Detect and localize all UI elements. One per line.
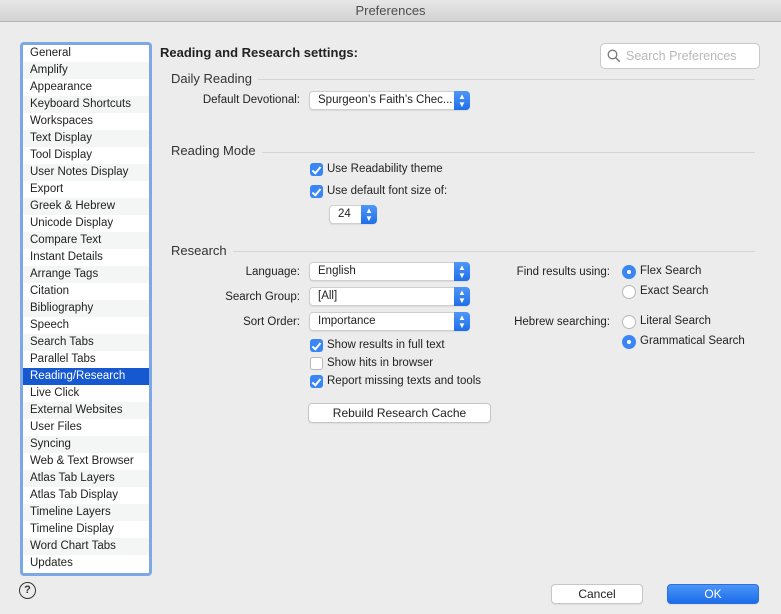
research-option-checkbox[interactable] xyxy=(310,375,323,388)
window-title: Preferences xyxy=(355,3,426,18)
language-label: Language: xyxy=(245,266,300,278)
section-divider xyxy=(258,79,755,80)
chevron-updown-icon: ▲ ▼ xyxy=(454,312,470,331)
sort-order-select[interactable]: Importance ▲ ▼ xyxy=(309,312,470,331)
language-select[interactable]: English ▲ ▼ xyxy=(309,262,470,281)
sidebar-item[interactable]: Word Chart Tabs xyxy=(23,538,149,555)
help-icon[interactable]: ? xyxy=(19,582,36,599)
sidebar-item[interactable]: Bibliography xyxy=(23,300,149,317)
research-option-label: Report missing texts and tools xyxy=(327,375,482,387)
sidebar-item[interactable]: Arrange Tags xyxy=(23,266,149,283)
find-results-radio[interactable] xyxy=(622,265,636,279)
search-icon xyxy=(607,49,621,63)
default-font-size-checkbox[interactable] xyxy=(310,185,323,198)
search-preferences-field[interactable] xyxy=(600,43,760,69)
cancel-button[interactable]: Cancel xyxy=(551,584,643,604)
chevron-updown-icon: ▲ ▼ xyxy=(454,262,470,281)
default-devotional-label: Default Devotional: xyxy=(202,94,300,106)
sidebar-item[interactable]: Export xyxy=(23,181,149,198)
default-devotional-value: Spurgeon’s Faith’s Chec... xyxy=(318,94,453,106)
section-divider xyxy=(233,251,755,252)
sidebar-item[interactable]: Live Click xyxy=(23,385,149,402)
hebrew-searching-radio[interactable] xyxy=(622,315,636,329)
title-bar: Preferences xyxy=(0,0,781,22)
sidebar-item[interactable]: Timeline Display xyxy=(23,521,149,538)
find-results-label: Find results using: xyxy=(516,266,610,278)
default-font-size-label: Use default font size of: xyxy=(327,185,448,197)
sidebar-item[interactable]: External Websites xyxy=(23,402,149,419)
sidebar-item[interactable]: Tool Display xyxy=(23,147,149,164)
chevron-updown-icon: ▲ ▼ xyxy=(454,91,470,110)
sidebar-item[interactable]: Amplify xyxy=(23,62,149,79)
research-option-checkbox[interactable] xyxy=(310,357,323,370)
research-option-checkbox[interactable] xyxy=(310,339,323,352)
sidebar-item[interactable]: User Files xyxy=(23,419,149,436)
find-results-radio-label: Exact Search xyxy=(640,285,709,297)
search-input[interactable] xyxy=(624,47,754,65)
sidebar-item[interactable]: General xyxy=(23,45,149,62)
sort-order-value: Importance xyxy=(318,315,376,327)
sidebar-item[interactable]: User Notes Display xyxy=(23,164,149,181)
sidebar-item[interactable]: Compare Text xyxy=(23,232,149,249)
sidebar-item[interactable]: Web & Text Browser xyxy=(23,453,149,470)
sidebar-item[interactable]: Instant Details xyxy=(23,249,149,266)
sidebar-item[interactable]: Timeline Layers xyxy=(23,504,149,521)
hebrew-searching-label: Hebrew searching: xyxy=(514,316,610,328)
default-devotional-select[interactable]: Spurgeon’s Faith’s Chec... ▲ ▼ xyxy=(309,91,470,110)
sidebar-item[interactable]: Parallel Tabs xyxy=(23,351,149,368)
sidebar-item[interactable]: Syncing xyxy=(23,436,149,453)
sidebar-item[interactable]: Reading/Research xyxy=(23,368,149,385)
search-group-select[interactable]: [All] ▲ ▼ xyxy=(309,287,470,306)
sidebar-item[interactable]: Greek & Hebrew xyxy=(23,198,149,215)
search-group-label: Search Group: xyxy=(225,291,300,303)
rebuild-research-cache-button[interactable]: Rebuild Research Cache xyxy=(308,403,491,423)
ok-button[interactable]: OK xyxy=(667,584,759,604)
sidebar-item[interactable]: Keyboard Shortcuts xyxy=(23,96,149,113)
font-size-value: 24 xyxy=(338,208,351,220)
sidebar-item[interactable]: Unicode Display xyxy=(23,215,149,232)
readability-theme-label: Use Readability theme xyxy=(327,163,443,175)
hebrew-searching-radio-label: Grammatical Search xyxy=(640,335,745,347)
daily-reading-section-title: Daily Reading xyxy=(171,71,252,86)
research-option-label: Show hits in browser xyxy=(327,357,434,369)
chevron-updown-icon: ▲ ▼ xyxy=(454,287,470,306)
readability-theme-checkbox[interactable] xyxy=(310,163,323,176)
research-option-label: Show results in full text xyxy=(327,339,445,351)
sort-order-label: Sort Order: xyxy=(243,316,300,328)
sidebar-item[interactable]: Speech xyxy=(23,317,149,334)
page-title: Reading and Research settings: xyxy=(160,45,358,60)
reading-mode-section-title: Reading Mode xyxy=(171,143,256,158)
sidebar-item[interactable]: Atlas Tab Layers xyxy=(23,470,149,487)
sidebar-item[interactable]: Atlas Tab Display xyxy=(23,487,149,504)
chevron-updown-icon: ▲ ▼ xyxy=(361,205,377,224)
hebrew-searching-radio-label: Literal Search xyxy=(640,315,711,327)
research-section-title: Research xyxy=(171,243,227,258)
hebrew-searching-radio[interactable] xyxy=(622,335,636,349)
sidebar-item[interactable]: Text Display xyxy=(23,130,149,147)
preferences-category-list[interactable]: General Amplify Appearance Keyboard Shortcu… xyxy=(20,42,152,576)
sidebar-item[interactable]: Search Tabs xyxy=(23,334,149,351)
font-size-select[interactable]: 24 ▲ ▼ xyxy=(329,205,377,224)
section-divider xyxy=(262,152,755,153)
find-results-radio[interactable] xyxy=(622,285,636,299)
sidebar-item[interactable]: Citation xyxy=(23,283,149,300)
sidebar-item[interactable]: Workspaces xyxy=(23,113,149,130)
search-group-value: [All] xyxy=(318,290,338,302)
sidebar-item[interactable]: Updates xyxy=(23,555,149,572)
sidebar-item[interactable]: Appearance xyxy=(23,79,149,96)
language-value: English xyxy=(318,265,356,277)
find-results-radio-label: Flex Search xyxy=(640,265,702,277)
